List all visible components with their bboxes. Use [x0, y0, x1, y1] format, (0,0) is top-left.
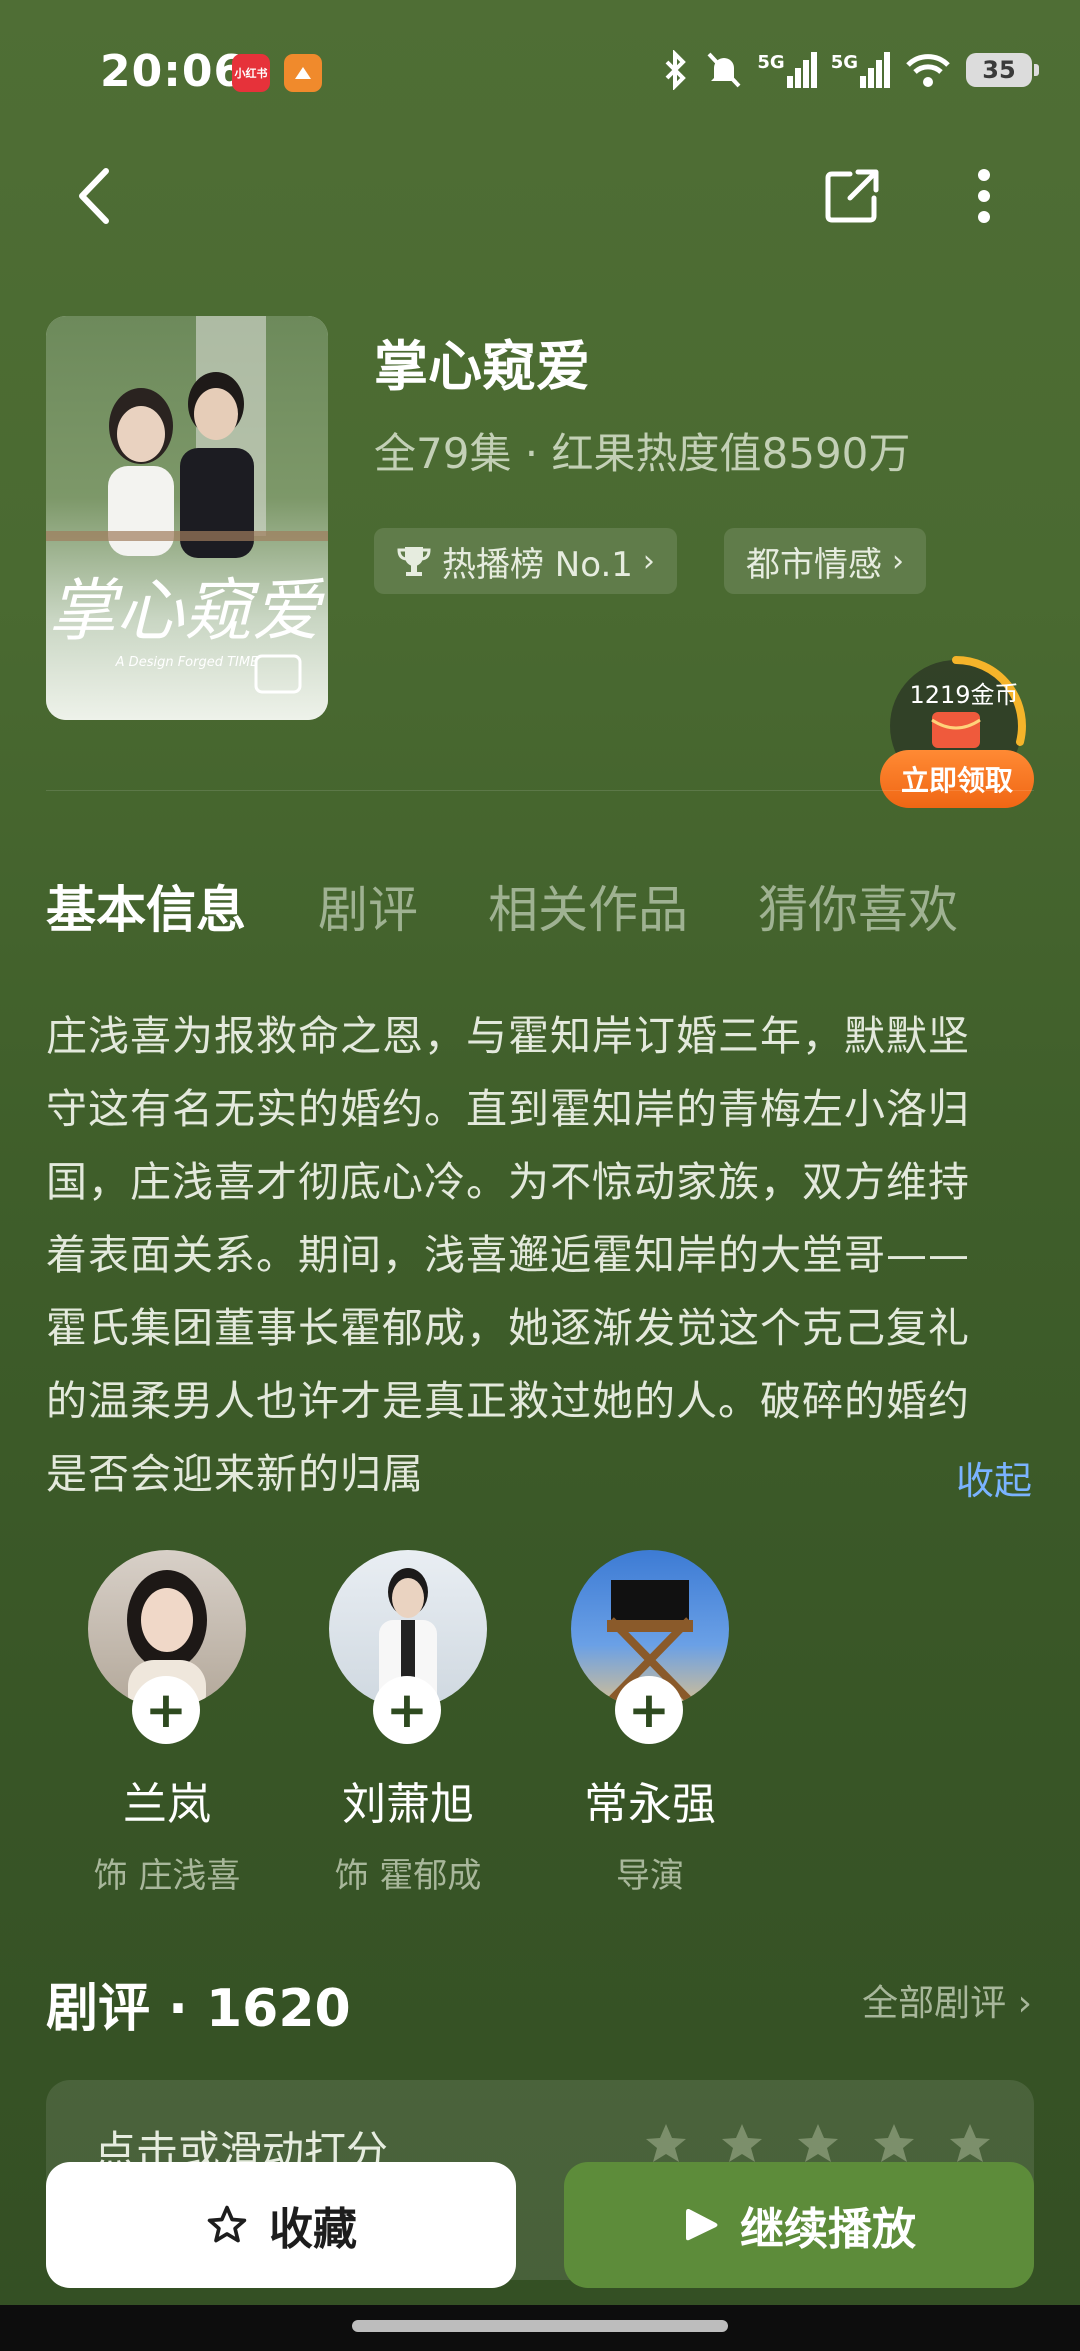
reward-amount: 1219金币 — [909, 681, 1019, 709]
synopsis-line: 着表面关系。期间，浅喜邂逅霍知岸的大堂哥—— — [46, 1231, 970, 1279]
divider — [46, 790, 1034, 791]
status-icons: 5G 5G 35 — [661, 50, 1039, 90]
synopsis: 庄浅喜为报救命之恩，与霍知岸订婚三年，默默坚 守这有名无实的婚约。直到霍知岸的青… — [46, 1000, 1036, 1511]
chevron-right-icon: › — [892, 543, 904, 579]
tab-reviews[interactable]: 剧评 — [318, 870, 418, 942]
back-button[interactable] — [54, 156, 134, 236]
drama-meta: 全79集 · 红果热度值8590万 — [374, 429, 911, 478]
star-icon[interactable] — [642, 2120, 690, 2168]
tag-hot-rank-label: 热播榜 No.1 — [442, 544, 633, 585]
share-button[interactable] — [812, 156, 892, 236]
tab-basic-info[interactable]: 基本信息 — [46, 870, 246, 942]
continue-play-label: 继续播放 — [740, 2204, 916, 2255]
favorite-button[interactable]: 收藏 — [46, 2162, 516, 2288]
drama-poster[interactable]: 掌心窥爱 A Design Forged TIME — [46, 316, 328, 720]
favorite-label: 收藏 — [269, 2204, 357, 2255]
reviews-heading: 剧评 · 1620 — [46, 1979, 351, 2039]
tab-related-works[interactable]: 相关作品 — [488, 870, 688, 942]
cast-role: 饰 庄浅喜 — [93, 1856, 241, 1896]
cast-role: 饰 霍郁成 — [334, 1856, 482, 1896]
tab-recommendations[interactable]: 猜你喜欢 — [758, 870, 958, 942]
poster-image: 掌心窥爱 A Design Forged TIME — [46, 316, 328, 720]
play-icon — [686, 2209, 718, 2241]
signal-icon-2: 5G — [831, 52, 890, 88]
all-reviews-label: 全部剧评 — [862, 1983, 1007, 2024]
synopsis-line: 庄浅喜为报救命之恩，与霍知岸订婚三年，默默坚 — [46, 1012, 970, 1060]
bluetooth-icon — [665, 50, 687, 90]
home-indicator[interactable] — [352, 2320, 728, 2332]
mute-bell-icon — [707, 52, 741, 88]
xiaohongshu-badge-icon: 小红书 — [232, 54, 270, 92]
claim-reward-button[interactable]: 立即领取 — [880, 750, 1034, 808]
synopsis-line: 是否会迎来新的归属 — [46, 1450, 424, 1498]
app-badge-icon — [284, 54, 322, 92]
all-reviews-link[interactable]: 全部剧评 › — [862, 1974, 1032, 2026]
more-vertical-icon — [978, 169, 990, 223]
chevron-right-icon: › — [642, 543, 655, 579]
synopsis-line: 的温柔男人也许才是真正救过她的人。破碎的婚约 — [46, 1377, 970, 1425]
cast-name: 常永强 — [584, 1779, 716, 1830]
follow-plus-icon[interactable]: + — [132, 1676, 200, 1744]
tag-genre[interactable]: 都市情感 › — [724, 528, 926, 594]
follow-plus-icon[interactable]: + — [373, 1676, 441, 1744]
status-time: 20:06 — [100, 46, 246, 97]
synopsis-line: 国，庄浅喜才彻底心冷。为不惊动家族，双方维持 — [46, 1158, 970, 1206]
cast-role: 导演 — [616, 1856, 684, 1896]
trophy-icon — [397, 547, 431, 576]
continue-play-button[interactable]: 继续播放 — [564, 2162, 1034, 2288]
tag-genre-label: 都市情感 — [746, 544, 882, 585]
star-icon[interactable] — [870, 2120, 918, 2168]
more-button[interactable] — [944, 156, 1024, 236]
rating-stars[interactable] — [642, 2120, 994, 2168]
star-icon[interactable] — [718, 2120, 766, 2168]
poster-subtitle: A Design Forged TIME — [115, 655, 259, 670]
wifi-icon — [906, 54, 950, 87]
battery-icon: 35 — [966, 53, 1039, 87]
cast-name: 兰岚 — [123, 1779, 211, 1830]
share-icon — [825, 169, 879, 223]
signal-icon: 5G — [757, 52, 817, 88]
star-outline-icon — [207, 2205, 247, 2243]
collapse-link[interactable]: 收起 — [956, 1450, 1032, 1505]
star-icon[interactable] — [794, 2120, 842, 2168]
chevron-left-icon — [79, 168, 109, 224]
synopsis-line: 守这有名无实的婚约。直到霍知岸的青梅左小洛归 — [46, 1085, 970, 1133]
synopsis-line: 霍氏集团董事长霍郁成，她逐渐发觉这个克己复礼 — [46, 1304, 970, 1352]
cast-name: 刘萧旭 — [342, 1779, 474, 1830]
poster-title-art: 掌心窥爱 — [48, 572, 325, 651]
follow-plus-icon[interactable]: + — [615, 1676, 683, 1744]
tag-hot-rank[interactable]: 热播榜 No.1 › — [374, 528, 677, 594]
drama-title: 掌心窥爱 — [374, 335, 590, 398]
star-icon[interactable] — [946, 2120, 994, 2168]
